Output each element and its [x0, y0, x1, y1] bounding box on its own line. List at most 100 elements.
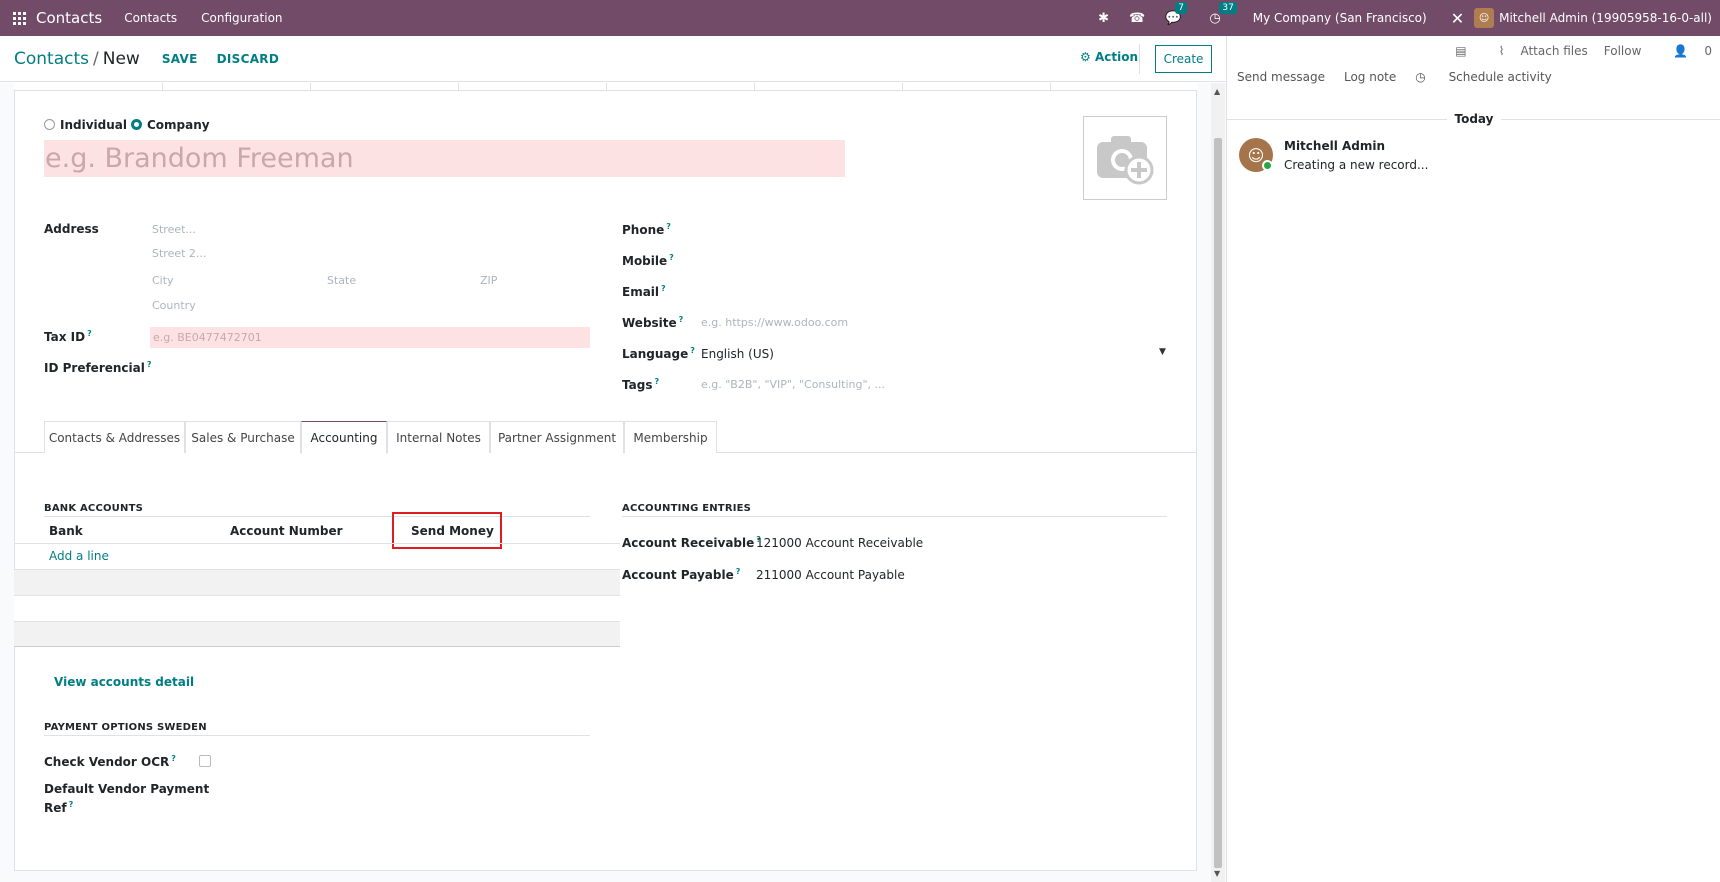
chatter-topbar: ▤ ⌇ Attach files Follow 👤 0 [1439, 44, 1712, 58]
book-icon[interactable]: ▤ [1455, 44, 1466, 58]
schedule-activity-button[interactable]: ◷ Schedule activity [1415, 70, 1571, 84]
attach-files-label: Attach files [1520, 44, 1588, 58]
help-icon[interactable]: ? [87, 329, 92, 338]
tools-icon[interactable]: ✕ [1451, 9, 1464, 28]
payable-field[interactable]: 211000 Account Payable [756, 568, 905, 582]
message-author[interactable]: Mitchell Admin [1284, 139, 1385, 153]
tab-contacts-addresses[interactable]: Contacts & Addresses [44, 421, 185, 453]
help-icon[interactable]: ? [669, 253, 674, 262]
col-bank[interactable]: Bank [49, 524, 83, 538]
tab-membership[interactable]: Membership [624, 421, 717, 453]
help-icon[interactable]: ? [736, 567, 741, 576]
zip-input[interactable]: ZIP [480, 274, 497, 287]
activities-badge: 37 [1219, 1, 1237, 14]
radio-company[interactable] [131, 119, 142, 130]
tab-sales-purchase[interactable]: Sales & Purchase [185, 421, 301, 453]
send-message-button[interactable]: Send message [1237, 70, 1325, 84]
menu-configuration[interactable]: Configuration [201, 11, 282, 25]
apps-menu-icon[interactable] [2, 0, 36, 36]
receivable-label-text: Account Receivable [622, 536, 755, 550]
type-individual[interactable]: Individual [44, 118, 127, 132]
divider [44, 516, 590, 517]
phone-icon[interactable]: ☎ [1129, 11, 1145, 26]
receivable-field[interactable]: 121000 Account Receivable [756, 536, 923, 550]
attach-files-button[interactable]: ⌇ Attach files [1483, 44, 1588, 58]
photo-upload[interactable] [1083, 116, 1167, 200]
language-select[interactable]: English (US) [701, 347, 774, 361]
tab-internal-notes[interactable]: Internal Notes [387, 421, 490, 453]
type-individual-label: Individual [60, 118, 127, 132]
street-input[interactable]: Street... [152, 223, 196, 236]
create-button[interactable]: Create [1155, 45, 1212, 73]
receivable-label: Account Receivable? [622, 535, 761, 550]
website-label-text: Website [622, 316, 677, 330]
vendor-ref-label-text: Ref [44, 801, 67, 815]
save-button[interactable]: SAVE [162, 52, 198, 66]
tab-accounting[interactable]: Accounting [301, 421, 387, 454]
bug-icon[interactable]: ✱ [1098, 11, 1109, 26]
website-input[interactable]: e.g. https://www.odoo.com [701, 316, 848, 329]
help-icon[interactable]: ? [171, 754, 176, 763]
radio-individual[interactable] [44, 119, 55, 130]
top-navbar: Contacts Contacts Configuration ✱ ☎ 💬 7 ◷… [0, 0, 1720, 36]
taxid-input[interactable]: e.g. BE0477472701 [150, 327, 590, 348]
action-label: Action [1094, 50, 1138, 64]
city-input[interactable]: City [152, 274, 174, 287]
form-scrollbar[interactable]: ▲ ▼ [1211, 83, 1225, 882]
menu-contacts[interactable]: Contacts [124, 11, 177, 25]
add-line-link[interactable]: Add a line [49, 549, 109, 563]
table-row [14, 569, 620, 595]
user-menu[interactable]: ☺ Mitchell Admin (19905958-16-0-all) [1474, 8, 1712, 28]
phone-label: Phone? [622, 222, 671, 237]
today-label: Today [1447, 112, 1501, 126]
user-name: Mitchell Admin (19905958-16-0-all) [1499, 11, 1712, 25]
taxid-label-text: Tax ID [44, 330, 86, 344]
scroll-down-arrow[interactable]: ▼ [1214, 869, 1220, 878]
help-icon[interactable]: ? [661, 284, 666, 293]
smart-buttons-strip [14, 83, 1197, 91]
form-sheet [14, 83, 1197, 871]
tags-input[interactable]: e.g. "B2B", "VIP", "Consulting", ... [701, 378, 885, 391]
breadcrumb-contacts[interactable]: Contacts [14, 49, 89, 69]
caret-down-icon[interactable]: ▼ [1159, 347, 1166, 357]
company-switcher[interactable]: My Company (San Francisco) [1253, 11, 1427, 25]
activities-icon[interactable]: ◷ 37 [1209, 1, 1237, 26]
phone-label-text: Phone [622, 223, 665, 237]
state-input[interactable]: State [327, 274, 356, 287]
email-label-text: Email [622, 285, 660, 299]
country-input[interactable]: Country [152, 299, 196, 312]
help-icon[interactable]: ? [690, 346, 695, 355]
address-label: Address [44, 222, 99, 236]
name-input[interactable]: e.g. Brandom Freeman [44, 140, 845, 177]
user-icon: 👤 [1673, 44, 1689, 58]
help-icon[interactable]: ? [666, 222, 671, 231]
log-note-button[interactable]: Log note [1344, 70, 1396, 84]
ocr-label-text: Check Vendor OCR [44, 755, 170, 769]
follow-button[interactable]: Follow [1604, 44, 1642, 58]
tags-label: Tags? [622, 377, 659, 392]
clock-icon: ◷ [1415, 70, 1430, 84]
ocr-checkbox[interactable] [199, 755, 211, 767]
discard-button[interactable]: DISCARD [217, 52, 279, 66]
view-accounts-detail-link[interactable]: View accounts detail [54, 675, 194, 689]
scrollbar-thumb[interactable] [1214, 138, 1222, 868]
followers-button[interactable]: 👤 0 [1657, 44, 1712, 58]
type-company[interactable]: Company [131, 118, 210, 132]
help-icon[interactable]: ? [679, 315, 684, 324]
scroll-up-arrow[interactable]: ▲ [1214, 87, 1220, 96]
action-button[interactable]: ⚙ Action [1080, 50, 1138, 64]
language-label: Language? [622, 346, 695, 361]
help-icon[interactable]: ? [147, 360, 152, 369]
mobile-label: Mobile? [622, 253, 674, 268]
payable-label-text: Account Payable [622, 568, 734, 582]
table-row [14, 621, 620, 647]
table-row [14, 595, 620, 621]
col-account-number[interactable]: Account Number [230, 524, 343, 538]
messages-icon[interactable]: 💬 7 [1165, 1, 1187, 26]
tab-partner-assignment[interactable]: Partner Assignment [490, 421, 624, 453]
app-brand[interactable]: Contacts [36, 9, 102, 27]
street2-input[interactable]: Street 2... [152, 247, 206, 260]
help-icon[interactable]: ? [654, 377, 659, 386]
help-icon[interactable]: ? [69, 800, 74, 809]
idpref-label-text: ID Preferencial [44, 361, 145, 375]
